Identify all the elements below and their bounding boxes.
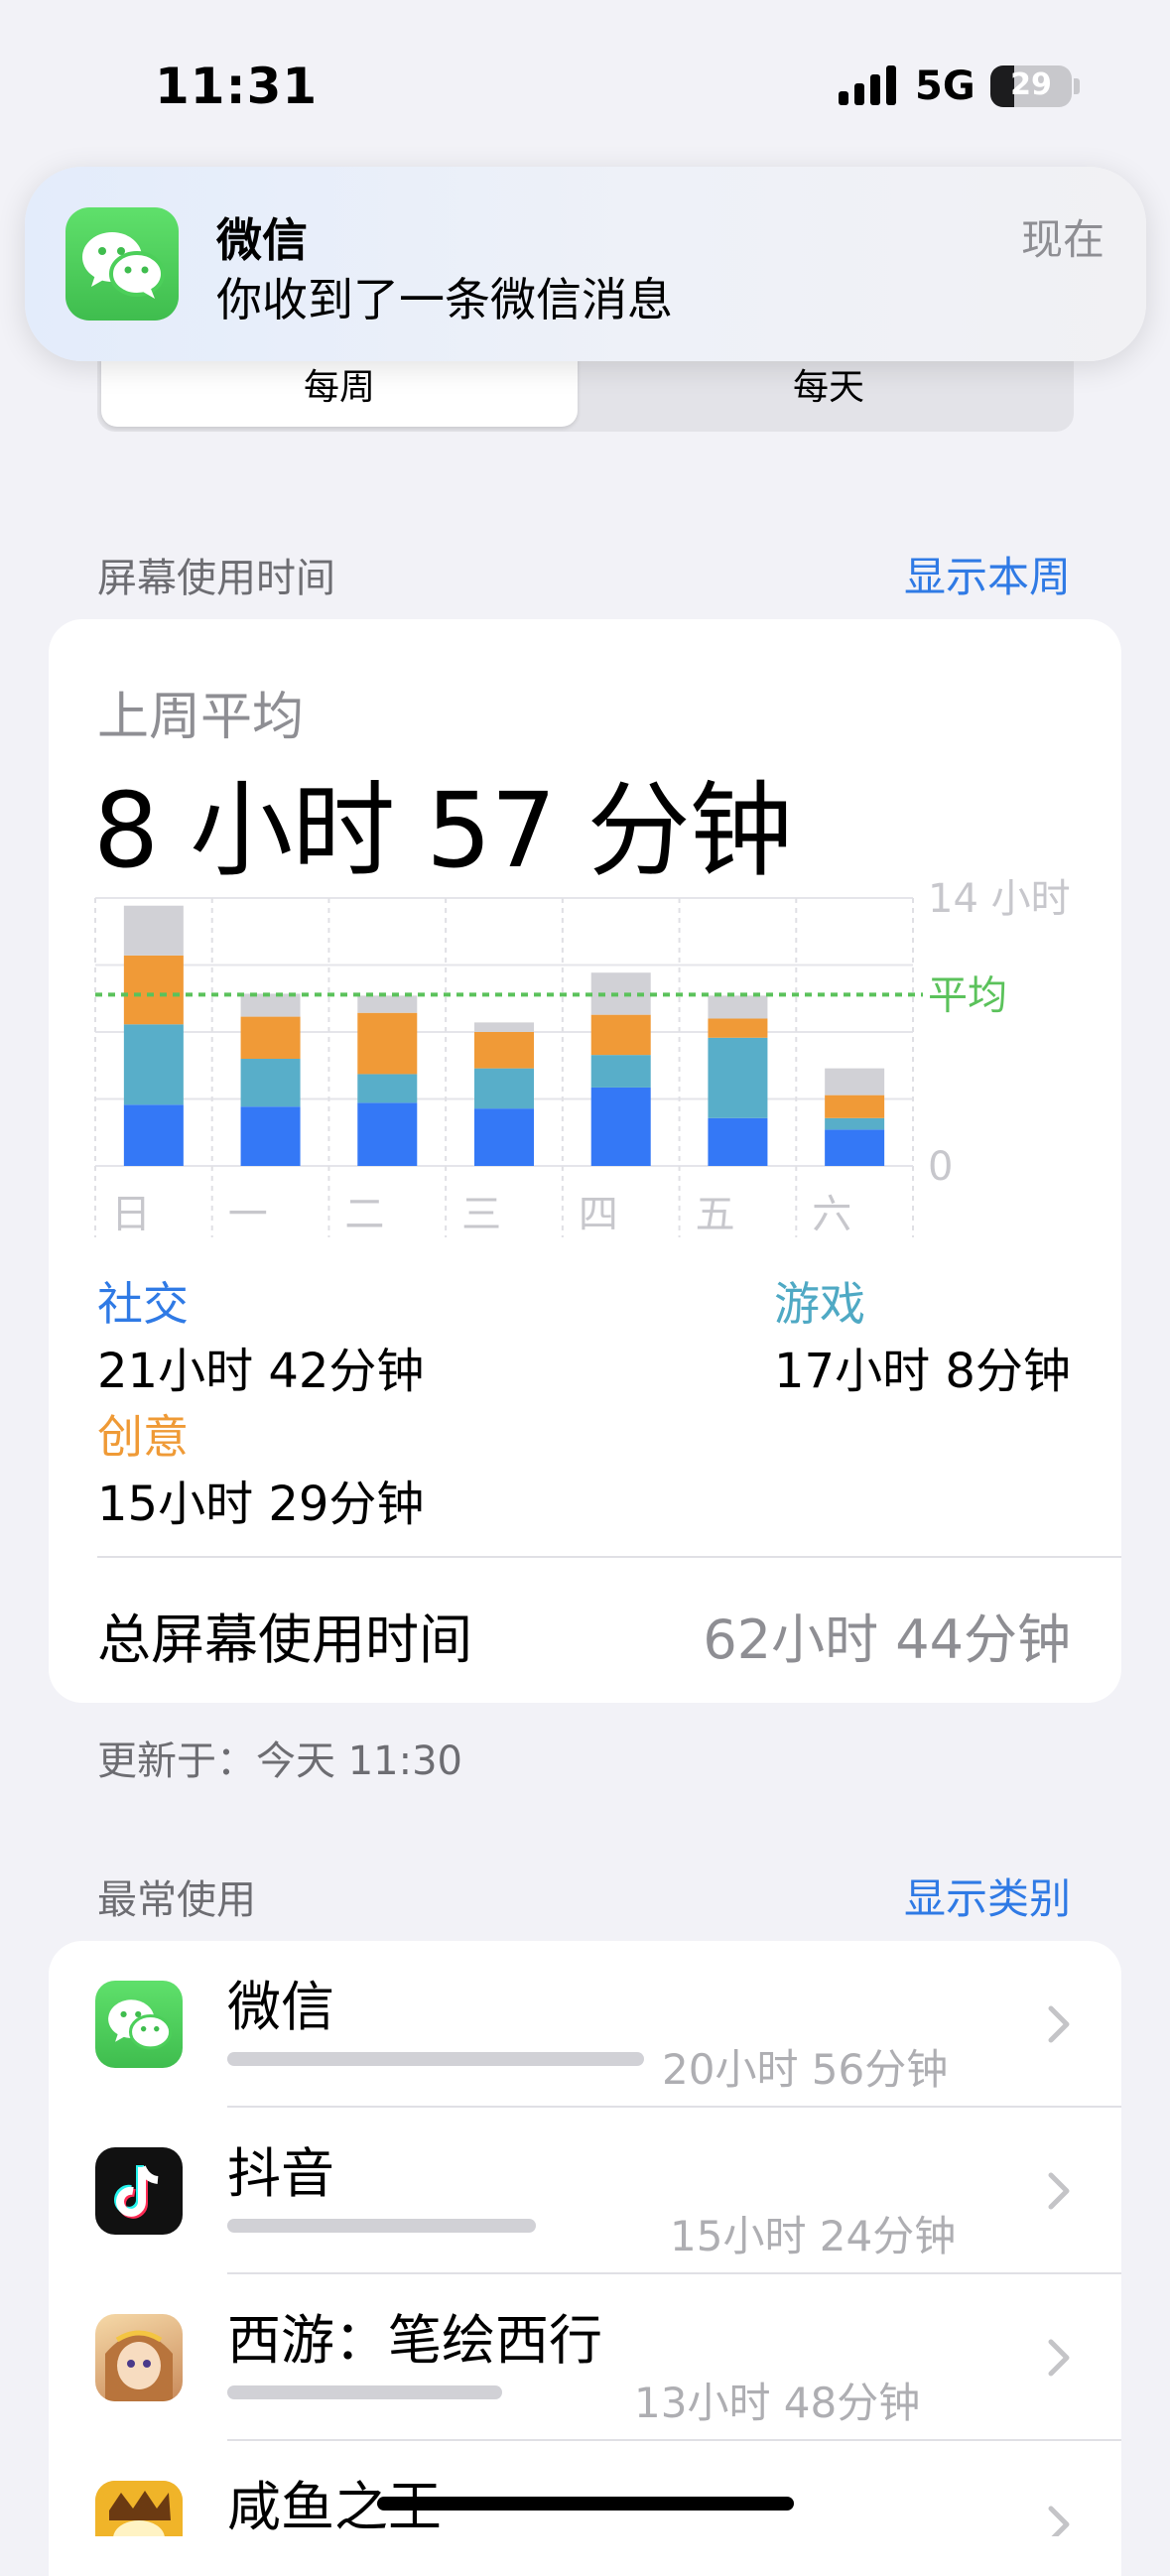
usage-time: 15小时 24分钟 <box>670 2212 957 2260</box>
app-row-xiyou[interactable]: 西游：笔绘西行 13小时 48分钟 <box>49 2274 1121 2441</box>
bar-segment <box>590 1014 651 1056</box>
bar-segment <box>825 1129 885 1166</box>
category-name-social: 社交 <box>97 1277 189 1331</box>
total-screen-time-value: 62小时 44分钟 <box>703 1609 1071 1671</box>
app-name: 抖音 <box>227 2142 334 2205</box>
bar-segment <box>123 1024 184 1105</box>
x-tick-label: 二 <box>344 1192 384 1237</box>
segment-weekly[interactable]: 每周 <box>101 357 578 427</box>
chevron-right-icon <box>1048 2506 1070 2536</box>
bar-segment <box>590 1087 651 1166</box>
bar-segment <box>357 1102 418 1166</box>
y-tick-label-zero: 0 <box>928 1144 953 1190</box>
wechat-icon <box>65 207 179 321</box>
chevron-right-icon <box>1048 2172 1070 2210</box>
chevron-right-icon <box>1048 2005 1070 2043</box>
bar-segment <box>357 995 418 1013</box>
total-screen-time-label: 总屏幕使用时间 <box>97 1609 472 1671</box>
app-name: 微信 <box>227 1976 334 2038</box>
notification-message: 你收到了一条微信消息 <box>216 273 673 326</box>
xianyu-king-icon <box>95 2481 183 2536</box>
show-categories-link[interactable]: 显示类别 <box>904 1866 1071 1926</box>
x-tick-label: 五 <box>696 1192 735 1237</box>
usage-time: 13小时 48分钟 <box>634 2379 921 2427</box>
bar-segment <box>240 993 301 1017</box>
bar-segment <box>474 1108 534 1166</box>
bar-segment <box>123 1104 184 1166</box>
x-tick-label: 四 <box>579 1192 618 1237</box>
status-time: 11:31 <box>155 58 319 115</box>
bar-segment <box>590 1055 651 1088</box>
usage-bar <box>227 2219 536 2233</box>
network-type: 5G <box>915 64 975 109</box>
usage-time: 20小时 56分钟 <box>662 2045 949 2094</box>
xiyou-game-icon <box>95 2314 183 2401</box>
app-row-xianyu-king[interactable]: 咸鱼之王 <box>49 2441 1121 2536</box>
bar-segment <box>708 1117 768 1166</box>
notification-banner[interactable]: 微信 你收到了一条微信消息 现在 <box>25 167 1146 361</box>
card-divider <box>97 1556 1121 1558</box>
average-label: 平均 <box>928 972 1007 1018</box>
bar-segment <box>825 1068 885 1095</box>
app-row-douyin[interactable]: 抖音 15小时 24分钟 <box>49 2108 1121 2274</box>
usage-bar <box>227 2385 502 2399</box>
bar-segment <box>708 1018 768 1038</box>
bar-segment <box>240 1059 301 1107</box>
average-label: 上周平均 <box>97 688 305 747</box>
bar-segment <box>123 905 184 956</box>
bar-segment <box>357 1074 418 1103</box>
wechat-icon <box>95 1981 183 2068</box>
category-name-creativity: 创意 <box>97 1410 189 1464</box>
bar-segment <box>825 1095 885 1118</box>
bar-segment <box>708 1037 768 1118</box>
y-tick-label-max: 14 小时 <box>928 876 1071 922</box>
x-tick-label: 三 <box>461 1192 501 1237</box>
x-tick-label: 日 <box>111 1192 151 1237</box>
bar-segment <box>123 955 184 1025</box>
updated-timestamp: 更新于：今天 11:30 <box>97 1739 462 1784</box>
chevron-right-icon <box>1048 2339 1070 2377</box>
home-indicator[interactable] <box>377 2497 794 2511</box>
show-this-week-link[interactable]: 显示本周 <box>904 544 1071 604</box>
bar-segment <box>825 1117 885 1130</box>
bar-segment <box>357 1012 418 1075</box>
category-name-games: 游戏 <box>774 1277 865 1331</box>
app-name: 西游：笔绘西行 <box>227 2309 602 2372</box>
category-value-games: 17小时 8分钟 <box>774 1344 1071 1399</box>
bar-segment <box>240 1106 301 1166</box>
notification-time: 现在 <box>1020 215 1105 264</box>
category-value-creativity: 15小时 29分钟 <box>97 1477 425 1532</box>
notification-app-name: 微信 <box>216 213 308 267</box>
battery-percent: 29 <box>1010 67 1052 102</box>
x-tick-label: 六 <box>812 1192 851 1237</box>
battery-icon: 29 <box>990 65 1072 107</box>
usage-bar <box>227 2052 644 2066</box>
bar-segment <box>474 1068 534 1109</box>
most-used-section-title: 最常使用 <box>97 1877 256 1923</box>
segment-daily[interactable]: 每天 <box>585 357 1072 427</box>
bar-segment <box>474 1022 534 1032</box>
category-value-social: 21小时 42分钟 <box>97 1344 425 1399</box>
bar-segment <box>474 1032 534 1069</box>
bar-segment <box>240 1016 301 1059</box>
app-row-wechat[interactable]: 微信 20小时 56分钟 <box>49 1941 1121 2108</box>
weekly-usage-chart: 日 一 二 三 四 五 六 平均 14 小时 0 <box>94 876 1071 1237</box>
cellular-signal-icon <box>839 65 896 105</box>
bar-segment <box>708 995 768 1019</box>
x-tick-label: 一 <box>228 1192 268 1237</box>
battery-tip <box>1074 78 1080 94</box>
douyin-icon <box>95 2147 183 2235</box>
screen-time-section-title: 屏幕使用时间 <box>97 556 335 601</box>
